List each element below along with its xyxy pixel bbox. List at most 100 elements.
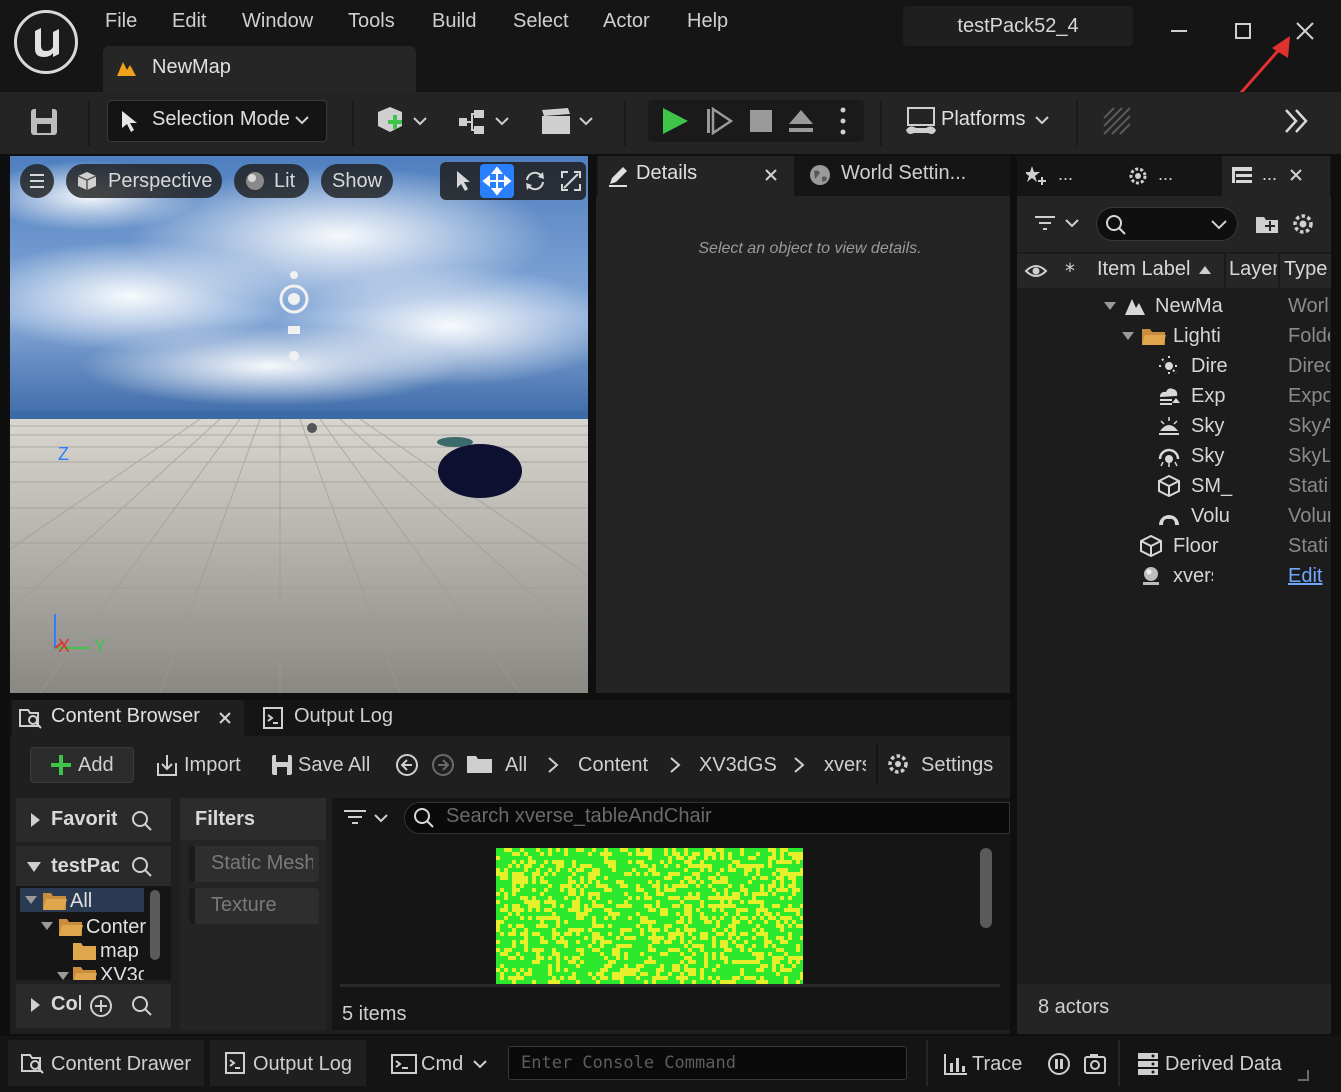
breadcrumb-xverse[interactable]: xvers: [824, 748, 866, 782]
stop-icon[interactable]: [746, 106, 776, 136]
filter-static-mesh[interactable]: Static Mesh: [189, 846, 319, 882]
menu-file[interactable]: File: [105, 10, 137, 36]
play-icon[interactable]: [660, 106, 690, 136]
chevron-down-icon[interactable]: [1210, 216, 1228, 234]
expand-arrow-icon[interactable]: [24, 894, 38, 906]
breadcrumb-content[interactable]: Content: [578, 748, 648, 782]
outliner-row-static-mesh[interactable]: SM_ Stati: [1017, 471, 1331, 501]
level-tab[interactable]: [103, 46, 416, 92]
cmd-dropdown[interactable]: Cmd: [421, 1048, 463, 1080]
breadcrumb-all[interactable]: All: [505, 748, 527, 782]
asset-thumbnail[interactable]: [496, 848, 803, 984]
toolbar-overflow-icon[interactable]: [1282, 106, 1312, 136]
menu-tools[interactable]: Tools: [348, 10, 395, 36]
add-actor-icon[interactable]: [374, 104, 430, 138]
chevron-down-icon[interactable]: [472, 1056, 488, 1072]
add-collection-icon[interactable]: [88, 993, 114, 1019]
add-folder-icon[interactable]: [1254, 211, 1280, 237]
search-icon[interactable]: [129, 993, 155, 1019]
menu-window[interactable]: Window: [242, 10, 313, 36]
show-button[interactable]: Show: [321, 164, 393, 198]
derived-data-icon: [1136, 1051, 1160, 1077]
breadcrumb-xv3dgs[interactable]: XV3dGS: [699, 748, 777, 782]
outliner-row-lighting[interactable]: Lighti Folde: [1017, 321, 1331, 351]
outliner-row-xverse[interactable]: xverse Edit: [1017, 561, 1331, 591]
tab-modes-label[interactable]: ...: [1058, 164, 1073, 185]
folder-icon[interactable]: [466, 752, 494, 776]
tree-item-map[interactable]: map: [100, 940, 139, 963]
rotate-tool-icon[interactable]: [522, 168, 548, 194]
filter-icon[interactable]: [342, 806, 392, 830]
menu-select[interactable]: Select: [513, 10, 569, 36]
tree-item-xv3dgs[interactable]: XV3c: [100, 964, 144, 980]
more-options-icon[interactable]: [834, 104, 852, 138]
header-type[interactable]: Type: [1284, 258, 1327, 281]
outliner-settings-icon[interactable]: [1290, 211, 1316, 237]
minimize-icon[interactable]: [1166, 18, 1192, 44]
tree-scrollbar[interactable]: [150, 890, 160, 960]
outliner-row-sky-atmosphere[interactable]: Sky SkyA: [1017, 411, 1331, 441]
outliner-row-world[interactable]: NewMa Worl: [1017, 291, 1331, 321]
platforms-button[interactable]: Platforms: [941, 108, 1025, 131]
advance-frame-icon[interactable]: [704, 106, 734, 136]
cinematics-icon[interactable]: [540, 104, 596, 138]
header-item-label[interactable]: Item Label: [1097, 258, 1190, 281]
unreal-logo-icon[interactable]: [14, 10, 78, 74]
asset-scrollbar[interactable]: [980, 848, 992, 928]
select-tool-icon[interactable]: [450, 168, 476, 194]
modes-icon[interactable]: [1026, 164, 1050, 188]
trace-record-icon[interactable]: [1046, 1051, 1072, 1077]
tab-output-log[interactable]: Output Log: [294, 705, 393, 728]
header-layer[interactable]: Layer: [1229, 258, 1277, 281]
save-all-button[interactable]: Save All: [298, 748, 370, 782]
tab-world-settings[interactable]: World Settin...: [841, 162, 1005, 185]
row-type-edit-link[interactable]: Edit: [1288, 561, 1330, 591]
outliner-row-directional-light[interactable]: Dire Direc: [1017, 351, 1331, 381]
forward-arrow-icon[interactable]: [430, 752, 456, 778]
pinned-star-icon[interactable]: *: [1062, 260, 1082, 282]
eject-icon[interactable]: [786, 106, 816, 136]
menu-build[interactable]: Build: [432, 10, 476, 36]
trace-button[interactable]: Trace: [972, 1048, 1022, 1080]
menu-help[interactable]: Help: [687, 10, 728, 36]
import-button[interactable]: Import: [184, 748, 241, 782]
save-icon[interactable]: [28, 106, 60, 138]
console-command-input[interactable]: Enter Console Command: [508, 1046, 907, 1080]
expand-arrow-icon[interactable]: [56, 970, 70, 980]
expand-arrow-icon[interactable]: [1121, 329, 1135, 343]
outliner-row-exponential-fog[interactable]: Exp Expo: [1017, 381, 1331, 411]
lit-button[interactable]: Lit: [234, 164, 309, 198]
viewport-menu-button[interactable]: [20, 164, 54, 198]
search-icon[interactable]: [129, 808, 155, 834]
outliner-row-floor[interactable]: Floor Stati: [1017, 531, 1331, 561]
visibility-eye-icon[interactable]: [1024, 260, 1048, 282]
collapsed-arrow-icon[interactable]: [28, 812, 42, 828]
tree-item-all[interactable]: All: [70, 890, 92, 913]
settings-gear-icon[interactable]: [1126, 164, 1150, 188]
expand-arrow-icon[interactable]: [1103, 299, 1117, 313]
expand-arrow-icon[interactable]: [40, 920, 54, 932]
menu-actor[interactable]: Actor: [603, 10, 650, 36]
scale-tool-icon[interactable]: [558, 168, 584, 194]
close-tab-icon[interactable]: [762, 166, 780, 184]
close-tab-icon[interactable]: [216, 709, 234, 727]
derived-data-button[interactable]: Derived Data: [1165, 1048, 1282, 1080]
tab-settings-label[interactable]: ...: [1158, 164, 1173, 185]
menu-edit[interactable]: Edit: [172, 10, 206, 36]
tree-item-content[interactable]: Conter: [86, 916, 146, 939]
collapsed-arrow-icon[interactable]: [28, 997, 42, 1013]
filter-texture[interactable]: Texture: [189, 888, 319, 924]
perspective-button[interactable]: Perspective: [66, 164, 222, 198]
close-tab-icon[interactable]: [1287, 166, 1305, 184]
move-tool-icon[interactable]: [480, 164, 514, 198]
search-icon[interactable]: [129, 854, 155, 880]
expanded-arrow-icon[interactable]: [26, 860, 42, 874]
filter-icon[interactable]: [1032, 212, 1082, 236]
blueprint-icon[interactable]: [456, 104, 512, 138]
level-viewport[interactable]: [10, 156, 588, 693]
back-arrow-icon[interactable]: [394, 752, 420, 778]
screenshot-icon[interactable]: [1082, 1051, 1108, 1077]
settings-button[interactable]: Settings: [921, 748, 993, 782]
outliner-row-sky-light[interactable]: Sky SkyL: [1017, 441, 1331, 471]
outliner-row-volumetric-cloud[interactable]: Volu Volur: [1017, 501, 1331, 531]
